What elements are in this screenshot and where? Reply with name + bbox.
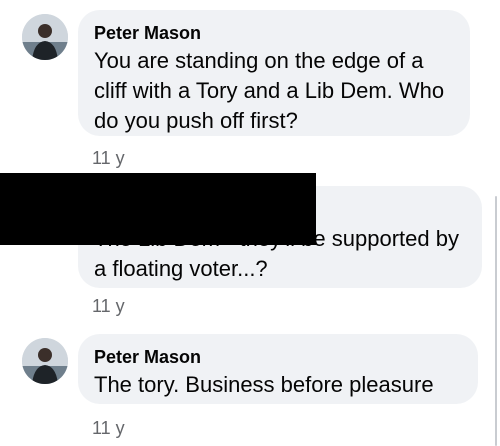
- comment-timestamp[interactable]: 11 y: [92, 418, 125, 438]
- comment-thread: Peter Mason You are standing on the edge…: [0, 0, 500, 446]
- comment-text: The tory. Business before pleasure: [94, 372, 434, 397]
- comment-timestamp[interactable]: 11 y: [92, 296, 125, 316]
- redaction-block: [0, 173, 316, 245]
- profile-photo: [22, 338, 68, 384]
- comment-text: You are standing on the edge of a cliff …: [94, 48, 445, 133]
- comment-author[interactable]: Peter Mason: [94, 346, 462, 368]
- avatar[interactable]: [22, 14, 68, 60]
- comment-timestamp[interactable]: 11 y: [92, 148, 125, 168]
- avatar[interactable]: [22, 338, 68, 384]
- comment-author[interactable]: Peter Mason: [94, 22, 454, 44]
- profile-photo: [22, 14, 68, 60]
- scrollbar[interactable]: [495, 196, 497, 446]
- comment-bubble: Peter Mason The tory. Business before pl…: [78, 334, 478, 404]
- comment-bubble: Peter Mason You are standing on the edge…: [78, 10, 470, 136]
